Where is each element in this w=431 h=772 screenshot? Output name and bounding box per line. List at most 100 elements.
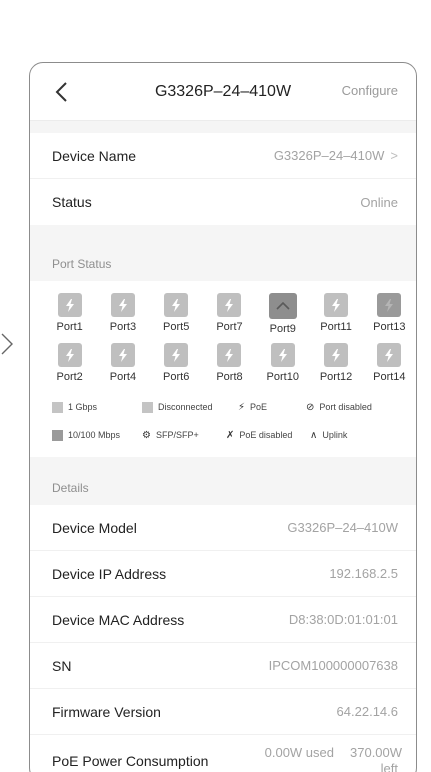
gbps-swatch bbox=[52, 401, 63, 413]
sn-label: SN bbox=[52, 657, 72, 674]
port-item[interactable]: Port7 bbox=[203, 293, 256, 335]
sn-row: SN IPCOM100000007638 bbox=[30, 643, 416, 689]
phone-frame: G3326P–24–410W Configure Device Name G33… bbox=[29, 62, 417, 772]
legend-disconnected: Disconnected bbox=[142, 401, 238, 413]
status-value: Online bbox=[360, 194, 398, 210]
legend-line-1: 1 Gbps Disconnected ⚡︎ PoE ⊘ Port disabled bbox=[52, 397, 416, 417]
poe-port-icon bbox=[57, 293, 82, 317]
device-model-value: G3326P–24–410W bbox=[287, 520, 398, 535]
port-grid: Port1 Port3 Port5 Port7 Port9 Port11 Port13 Po… bbox=[30, 281, 416, 383]
port-label: Port3 bbox=[109, 321, 137, 333]
poe-port-icon bbox=[377, 293, 402, 317]
poe-port-icon bbox=[110, 293, 135, 317]
port-row-1: Port1 Port3 Port5 Port7 Port9 Port11 Port13 bbox=[30, 293, 416, 335]
port-label: Port8 bbox=[216, 371, 243, 383]
status-label: Status bbox=[52, 194, 92, 210]
legend-port-disabled-label: Port disabled bbox=[319, 402, 372, 412]
port-item[interactable]: Port10 bbox=[256, 343, 309, 383]
device-ip-value: 192.168.2.5 bbox=[329, 566, 398, 581]
previous-chevron-icon[interactable] bbox=[0, 332, 14, 356]
legend-poe: ⚡︎ PoE bbox=[238, 402, 306, 413]
poe-port-icon bbox=[57, 343, 82, 367]
device-name-value-wrap: G3326P–24–410W > bbox=[274, 148, 398, 163]
port-item[interactable]: Port13 bbox=[363, 293, 416, 335]
device-model-row: Device Model G3326P–24–410W bbox=[30, 505, 416, 551]
port-item[interactable]: Port3 bbox=[96, 293, 149, 335]
port-label: Port13 bbox=[373, 321, 406, 333]
port-label: Port10 bbox=[266, 371, 299, 383]
poe-port-icon bbox=[217, 343, 242, 367]
legend-uplink: ∧ Uplink bbox=[310, 430, 347, 441]
firmware-row: Firmware Version 64.22.14.6 bbox=[30, 689, 416, 735]
device-mac-label: Device MAC Address bbox=[52, 611, 185, 628]
device-name-row[interactable]: Device Name G3326P–24–410W > bbox=[30, 133, 416, 179]
mbps-swatch bbox=[52, 429, 63, 441]
legend-gbps: 1 Gbps bbox=[52, 401, 142, 413]
poe-port-icon bbox=[110, 343, 135, 367]
poe-port-icon bbox=[217, 293, 242, 317]
port-label: Port4 bbox=[109, 371, 137, 383]
port-label: Port5 bbox=[163, 321, 190, 333]
poe-port-icon bbox=[324, 293, 349, 317]
legend-disconnected-label: Disconnected bbox=[158, 402, 213, 412]
poe-port-icon bbox=[164, 343, 189, 367]
port-item[interactable]: Port4 bbox=[96, 343, 149, 383]
poe-port-icon bbox=[270, 343, 295, 367]
legend-poe-disabled-label: PoE disabled bbox=[239, 430, 293, 440]
spacer bbox=[30, 121, 416, 133]
legend-sfp-label: SFP/SFP+ bbox=[155, 430, 199, 440]
caret-up-icon: ∧ bbox=[310, 429, 318, 441]
top-bar: G3326P–24–410W Configure bbox=[30, 63, 416, 121]
port-item[interactable]: Port1 bbox=[43, 293, 96, 335]
port-status-heading: Port Status bbox=[30, 225, 416, 281]
port-label: Port2 bbox=[56, 371, 83, 383]
disconnected-swatch bbox=[142, 401, 153, 413]
device-model-label: Device Model bbox=[52, 519, 137, 536]
chevron-right-icon: > bbox=[390, 148, 398, 163]
sfp-icon: ⚙ bbox=[142, 429, 151, 441]
device-ip-label: Device IP Address bbox=[52, 565, 167, 582]
uplink-port-icon bbox=[268, 293, 297, 319]
port-item[interactable]: Port2 bbox=[43, 343, 96, 383]
poe-left-value: 370.00W left bbox=[350, 744, 403, 772]
poe-consumption-values: 0.00W used 370.00W left bbox=[265, 744, 403, 772]
port-label: Port9 bbox=[269, 323, 296, 335]
port-label: Port12 bbox=[319, 371, 353, 383]
legend-uplink-label: Uplink bbox=[322, 430, 348, 440]
legend-sfp: ⚙ SFP/SFP+ bbox=[142, 430, 226, 441]
device-ip-row: Device IP Address 192.168.2.5 bbox=[30, 551, 416, 597]
port-row-2: Port2 Port4 Port6 Port8 Port10 Port12 Port14 bbox=[30, 343, 416, 383]
port-item[interactable]: Port5 bbox=[150, 293, 203, 335]
port-label: Port14 bbox=[373, 371, 406, 383]
legend-mbps-label: 10/100 Mbps bbox=[68, 430, 121, 440]
device-mac-value: D8:38:0D:01:01:01 bbox=[288, 612, 398, 627]
poe-consumption-label: PoE Power Consumption bbox=[52, 752, 209, 769]
lightning-icon: ⚡︎ bbox=[238, 401, 246, 413]
configure-button[interactable]: Configure bbox=[342, 83, 398, 98]
port-item[interactable]: Port9 bbox=[256, 293, 309, 335]
port-item[interactable]: Port11 bbox=[309, 293, 362, 335]
port-item[interactable]: Port12 bbox=[309, 343, 362, 383]
device-mac-row: Device MAC Address D8:38:0D:01:01:01 bbox=[30, 597, 416, 643]
poe-port-icon bbox=[164, 293, 189, 317]
legend-poe-label: PoE bbox=[250, 402, 268, 412]
firmware-value: 64.22.14.6 bbox=[336, 704, 398, 719]
device-name-label: Device Name bbox=[52, 147, 137, 164]
port-item[interactable]: Port6 bbox=[150, 343, 203, 383]
port-item[interactable]: Port14 bbox=[363, 343, 416, 383]
port-label: Port7 bbox=[216, 321, 243, 333]
firmware-label: Firmware Version bbox=[52, 703, 161, 720]
port-item[interactable]: Port8 bbox=[203, 343, 256, 383]
poe-consumption-row: PoE Power Consumption 0.00W used 370.00W… bbox=[30, 735, 416, 772]
legend-mbps: 10/100 Mbps bbox=[52, 429, 142, 441]
legend-line-2: 10/100 Mbps ⚙ SFP/SFP+ ✗ PoE disabled ∧ Upl… bbox=[52, 425, 416, 445]
lightning-slash-icon: ✗ bbox=[226, 429, 235, 441]
device-name-value: G3326P–24–410W bbox=[273, 148, 385, 163]
legend-poe-disabled: ✗ PoE disabled bbox=[226, 430, 310, 441]
details-heading: Details bbox=[30, 457, 416, 505]
legend-gbps-label: 1 Gbps bbox=[68, 402, 98, 412]
port-legend: 1 Gbps Disconnected ⚡︎ PoE ⊘ Port disabled… bbox=[30, 383, 416, 445]
poe-port-icon bbox=[377, 343, 402, 367]
port-label: Port6 bbox=[163, 371, 190, 383]
legend-port-disabled: ⊘ Port disabled bbox=[306, 402, 372, 413]
